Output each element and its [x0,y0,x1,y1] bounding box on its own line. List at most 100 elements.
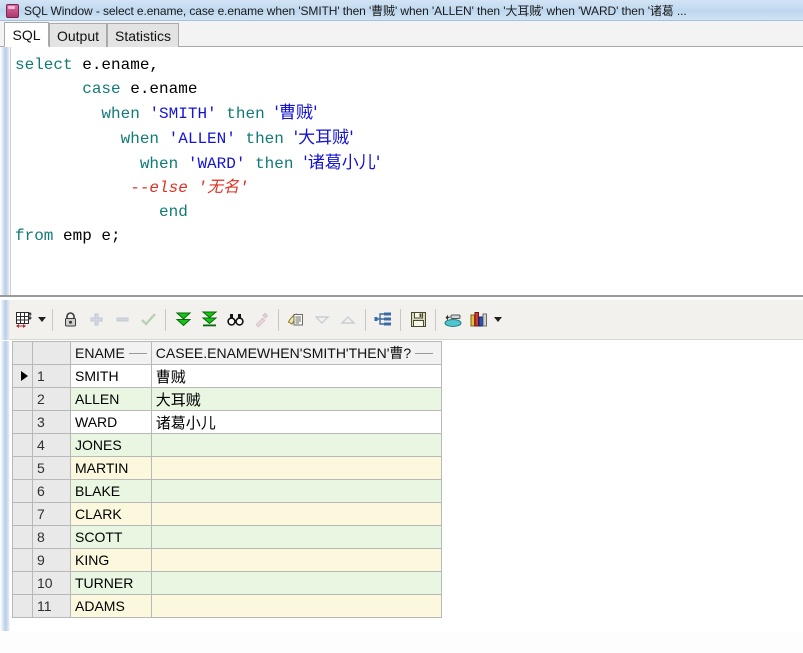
code-token: end [159,203,188,221]
cell-case-expr[interactable] [150,456,442,480]
cell-ename[interactable]: KING [70,548,152,572]
code-token: select [15,56,73,74]
row-indicator-cell[interactable] [12,548,33,572]
column-header-ename[interactable]: ENAME [70,341,152,365]
cell-case-expr[interactable]: 大耳贼 [150,387,442,411]
cell-ename[interactable]: CLARK [70,502,152,526]
code-token: then [245,130,284,148]
sql-code-text[interactable]: select e.ename, case e.ename when 'SMITH… [15,53,803,297]
lock-icon[interactable] [57,307,83,333]
cell-case-expr[interactable] [150,479,442,503]
cell-case-expr[interactable] [150,571,442,595]
tab-sql[interactable]: SQL [4,22,49,47]
row-indicator-cell[interactable] [12,433,33,457]
editor-splitter[interactable] [0,295,803,297]
grid-layout-icon[interactable] [10,307,36,333]
table-row[interactable]: 3 WARD 诸葛小儿 [12,410,442,434]
cell-ename[interactable]: ALLEN [70,387,152,411]
cell-ename[interactable]: WARD [70,410,152,434]
current-row-arrow-icon [21,371,28,381]
code-line: select e.ename, [15,53,803,77]
cell-case-expr[interactable]: 曹贼 [150,364,442,388]
table-row[interactable]: 8 SCOTT [12,525,442,549]
row-indicator-cell[interactable] [12,571,33,595]
results-grid[interactable]: ENAME CASEE.ENAMEWHEN'SMITH'THEN'曹? 1 SMI… [0,341,803,631]
cell-case-expr[interactable] [150,433,442,457]
row-indicator-cell[interactable] [12,525,33,549]
table-row[interactable]: 6 BLAKE [12,479,442,503]
sql-editor[interactable]: select e.ename, case e.ename when 'SMITH… [0,47,803,297]
fetch-next-page-icon[interactable] [170,307,196,333]
table-row[interactable]: 1 SMITH 曹贼 [12,364,442,388]
row-number-cell: 9 [32,548,71,572]
fetch-last-page-icon[interactable] [196,307,222,333]
chart-dropdown-caret[interactable] [492,307,504,333]
code-token: then [255,155,294,173]
row-number-cell: 8 [32,525,71,549]
code-line: when 'ALLEN' then '大耳贼' [15,126,803,151]
row-indicator-cell[interactable] [12,387,33,411]
cell-ename[interactable]: ADAMS [70,594,152,618]
cell-ename[interactable]: SMITH [70,364,152,388]
cell-case-expr[interactable] [150,594,442,618]
code-token: '大耳贼' [293,128,354,148]
column-resize-grip[interactable] [128,352,147,354]
table-row[interactable]: 4 JONES [12,433,442,457]
table-row[interactable]: 10 TURNER [12,571,442,595]
code-token: '诸葛小儿' [303,153,381,173]
table-row[interactable]: 11 ADAMS [12,594,442,618]
tab-strip: SQL Output Statistics [0,21,803,47]
row-indicator-cell[interactable] [12,502,33,526]
copy-to-clipboard-icon[interactable] [283,307,309,333]
insert-row-icon [83,307,109,333]
cell-ename[interactable]: SCOTT [70,525,152,549]
code-token: emp e; [53,227,121,245]
cell-ename[interactable]: BLAKE [70,479,152,503]
row-number-cell: 5 [32,456,71,480]
find-icon[interactable] [222,307,248,333]
row-indicator-cell[interactable] [12,410,33,434]
export-results-icon[interactable] [440,307,466,333]
column-header-ename-label: ENAME [75,345,125,361]
cell-ename[interactable]: JONES [70,433,152,457]
cell-ename[interactable]: TURNER [70,571,152,595]
save-icon[interactable] [405,307,431,333]
toolbar-separator [400,308,401,331]
row-indicator-cell[interactable] [12,456,33,480]
table-row[interactable]: 5 MARTIN [12,456,442,480]
code-token: 'ALLEN' [168,130,236,148]
cell-case-expr[interactable] [150,548,442,572]
table-row[interactable]: 7 CLARK [12,502,442,526]
tab-statistics[interactable]: Statistics [107,23,179,47]
column-resize-grip[interactable] [415,352,434,354]
export-structure-icon[interactable] [370,307,396,333]
tab-output[interactable]: Output [49,23,107,47]
row-indicator-cell[interactable] [12,364,33,388]
cell-case-expr[interactable] [150,502,442,526]
post-change-icon [135,307,161,333]
cell-case-expr[interactable]: 诸葛小儿 [150,410,442,434]
results-table[interactable]: ENAME CASEE.ENAMEWHEN'SMITH'THEN'曹? 1 SMI… [12,341,442,618]
column-header-case-expr-label: CASEE.ENAMEWHEN'SMITH'THEN'曹? [155,345,412,361]
toolbar-separator [52,308,53,331]
cell-case-expr[interactable] [150,525,442,549]
grid-layout-dropdown-caret[interactable] [36,307,48,333]
code-token: when [139,155,179,173]
toolbar-rail [0,299,10,340]
table-row[interactable]: 9 KING [12,548,442,572]
row-number-cell: 11 [32,594,71,618]
column-header-case-expr[interactable]: CASEE.ENAMEWHEN'SMITH'THEN'曹? [150,341,442,365]
cell-ename[interactable]: MARTIN [70,456,152,480]
chart-icon[interactable] [466,307,492,333]
table-row[interactable]: 2 ALLEN 大耳贼 [12,387,442,411]
editor-frame[interactable]: select e.ename, case e.ename when 'SMITH… [10,47,803,297]
row-indicator-cell[interactable] [12,594,33,618]
row-indicator-cell[interactable] [12,479,33,503]
